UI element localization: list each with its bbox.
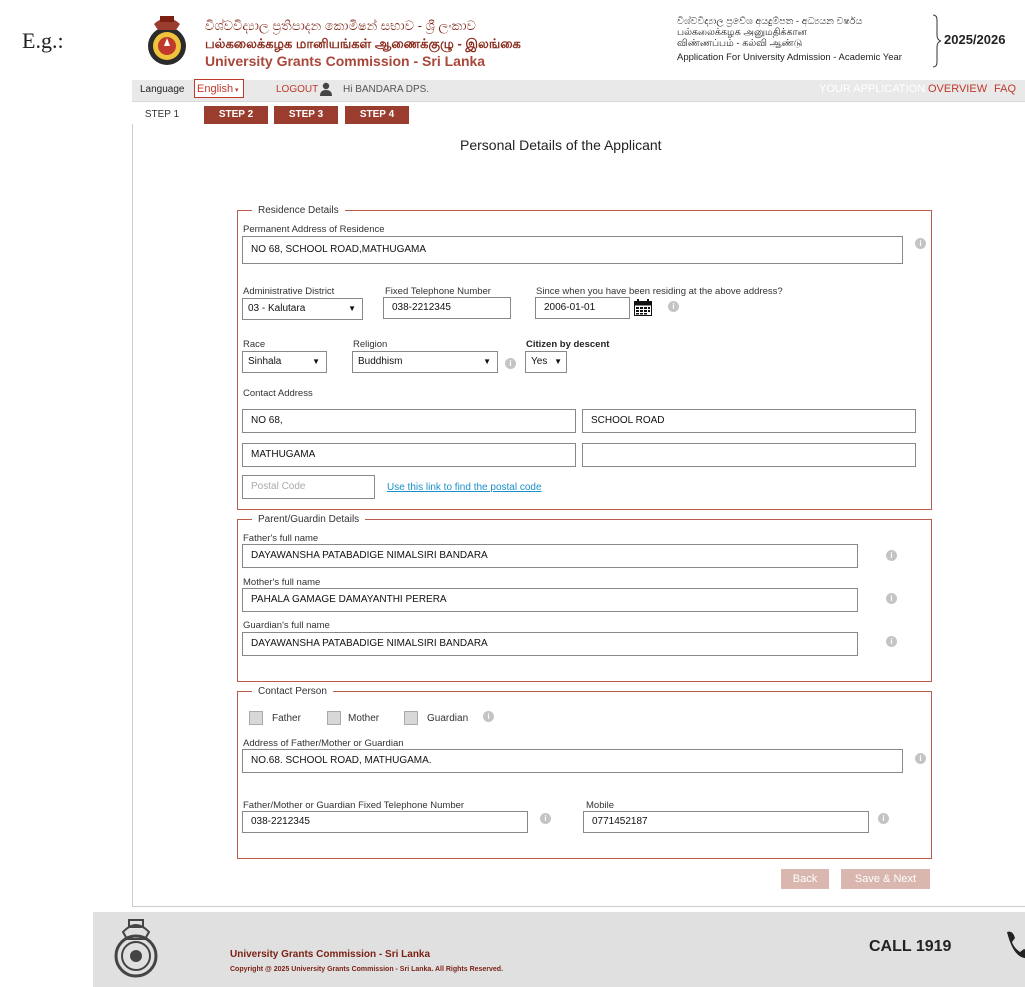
caret-down-icon: ▾ xyxy=(233,87,239,94)
page-title: Personal Details of the Applicant xyxy=(460,137,662,153)
telephone-label: Fixed Telephone Number xyxy=(385,286,491,297)
info-icon[interactable]: i xyxy=(505,358,516,369)
footer-title: University Grants Commission - Sri Lanka xyxy=(230,949,431,960)
language-select[interactable]: English ▾ xyxy=(194,79,244,98)
mother-name-label: Mother's full name xyxy=(243,577,321,588)
race-select[interactable]: Sinhala ▼ xyxy=(242,351,327,373)
save-next-button[interactable]: Save & Next xyxy=(841,869,930,889)
back-button[interactable]: Back xyxy=(781,869,829,889)
mother-option-label: Mother xyxy=(348,713,380,724)
academic-year: 2025/2026 xyxy=(944,32,1006,47)
father-name-input[interactable]: DAYAWANSHA PATABADIGE NIMALSIRI BANDARA xyxy=(242,544,858,568)
step-1-tab[interactable]: STEP 1 xyxy=(140,106,184,124)
permanent-address-input[interactable]: NO 68, SCHOOL ROAD,MATHUGAMA xyxy=(242,236,903,264)
contact-address-line1[interactable]: NO 68, xyxy=(242,409,576,433)
step-2-tab[interactable]: STEP 2 xyxy=(204,106,268,124)
father-option-label: Father xyxy=(272,713,301,724)
contact-address-label: Contact Address xyxy=(243,388,313,399)
info-icon[interactable]: i xyxy=(886,593,897,604)
guardian-name-label: Guardian's full name xyxy=(243,620,330,631)
faq-link[interactable]: FAQ xyxy=(994,83,1016,95)
info-icon[interactable]: i xyxy=(540,813,551,824)
since-date-input[interactable]: 2006-01-01 xyxy=(535,297,630,319)
info-icon[interactable]: i xyxy=(483,711,494,722)
contact-address-line3[interactable]: MATHUGAMA xyxy=(242,443,576,467)
step-4-tab[interactable]: STEP 4 xyxy=(345,106,409,124)
race-label: Race xyxy=(243,339,266,350)
permanent-address-label: Permanent Address of Residence xyxy=(243,224,385,235)
logout-link[interactable]: LOGOUT xyxy=(276,84,318,95)
postal-code-link[interactable]: Use this link to find the postal code xyxy=(387,482,542,493)
mobile-input[interactable]: 0771452187 xyxy=(583,811,869,833)
guardian-option-label: Guardian xyxy=(427,713,469,724)
phone-icon xyxy=(1007,931,1025,959)
caret-down-icon: ▼ xyxy=(348,304,356,313)
subtitle-sinhala: විශ්වවිද්‍යාල ප්‍රවේශ අයදුම්පත - අධ්‍යයන… xyxy=(677,16,863,27)
caret-down-icon: ▼ xyxy=(312,357,320,366)
language-value: English xyxy=(197,83,234,95)
step-3-tab[interactable]: STEP 3 xyxy=(274,106,338,124)
guardian-name-input[interactable]: DAYAWANSHA PATABADIGE NIMALSIRI BANDARA xyxy=(242,632,858,656)
guardian-checkbox[interactable] xyxy=(404,711,418,725)
contact-address-line4[interactable] xyxy=(582,443,916,467)
brace-icon xyxy=(932,14,942,68)
guardian-legend: Parent/Guardin Details xyxy=(258,514,360,525)
citizen-select[interactable]: Yes ▼ xyxy=(525,351,567,373)
father-checkbox[interactable] xyxy=(249,711,263,725)
info-icon[interactable]: i xyxy=(886,550,897,561)
overview-link[interactable]: OVERVIEW xyxy=(928,83,987,95)
religion-value: Buddhism xyxy=(358,356,403,367)
guardian-address-label: Address of Father/Mother or Guardian xyxy=(243,738,404,749)
since-label: Since when you have been residing at the… xyxy=(536,286,783,297)
caret-down-icon: ▼ xyxy=(483,357,491,366)
user-icon xyxy=(320,82,332,96)
title-english: University Grants Commission - Sri Lanka xyxy=(205,53,486,69)
subtitle-english: Application For University Admission - A… xyxy=(677,52,902,63)
religion-select[interactable]: Buddhism ▼ xyxy=(352,351,498,373)
info-icon[interactable]: i xyxy=(878,813,889,824)
info-icon[interactable]: i xyxy=(886,636,897,647)
religion-label: Religion xyxy=(353,339,388,350)
district-select[interactable]: 03 - Kalutara ▼ xyxy=(242,298,363,320)
language-label: Language xyxy=(140,84,185,95)
mother-checkbox[interactable] xyxy=(327,711,341,725)
call-number: CALL 1919 xyxy=(869,938,952,955)
example-label: E.g.: xyxy=(22,28,64,53)
postal-code-input[interactable]: Postal Code xyxy=(242,475,375,499)
district-value: 03 - Kalutara xyxy=(248,303,306,314)
info-icon[interactable]: i xyxy=(915,238,926,249)
caret-down-icon: ▼ xyxy=(554,357,562,366)
info-icon[interactable]: i xyxy=(915,753,926,764)
user-greeting: Hi BANDARA DPS. xyxy=(343,84,430,95)
mobile-label: Mobile xyxy=(586,800,614,811)
telephone-input[interactable]: 038-2212345 xyxy=(383,297,511,319)
mother-name-input[interactable]: PAHALA GAMAGE DAMAYANTHI PERERA xyxy=(242,588,858,612)
calendar-icon[interactable] xyxy=(634,299,652,316)
citizen-label: Citizen by descent xyxy=(526,339,610,350)
contact-person-legend: Contact Person xyxy=(258,686,327,697)
footer-copyright: Copyright @ 2025 University Grants Commi… xyxy=(230,966,504,973)
title-tamil: பல்கலைக்கழக மானியங்கள் ஆணைக்குழு - இலங்க… xyxy=(205,36,521,51)
father-name-label: Father's full name xyxy=(243,533,319,544)
info-icon[interactable]: i xyxy=(668,301,679,312)
guardian-phone-input[interactable]: 038-2212345 xyxy=(242,811,528,833)
your-application-link[interactable]: YOUR APPLICATION xyxy=(819,83,925,95)
title-sinhala: විශ්වවිද්‍යාල ප්‍රතිපාදන කොමිෂන් සභාව - … xyxy=(205,18,476,33)
ugc-logo-icon xyxy=(148,16,186,65)
ugc-footer-logo-icon xyxy=(114,919,158,978)
subtitle-tamil-2: விண்ணப்பம் - கல்வி ஆண்டு xyxy=(677,38,803,49)
guardian-phone-label: Father/Mother or Guardian Fixed Telephon… xyxy=(243,800,465,811)
residence-legend: Residence Details xyxy=(258,205,339,216)
district-label: Administrative District xyxy=(243,286,335,297)
guardian-address-input[interactable]: NO.68. SCHOOL ROAD, MATHUGAMA. xyxy=(242,749,903,773)
race-value: Sinhala xyxy=(248,356,282,367)
contact-address-line2[interactable]: SCHOOL ROAD xyxy=(582,409,916,433)
citizen-value: Yes xyxy=(531,356,548,367)
